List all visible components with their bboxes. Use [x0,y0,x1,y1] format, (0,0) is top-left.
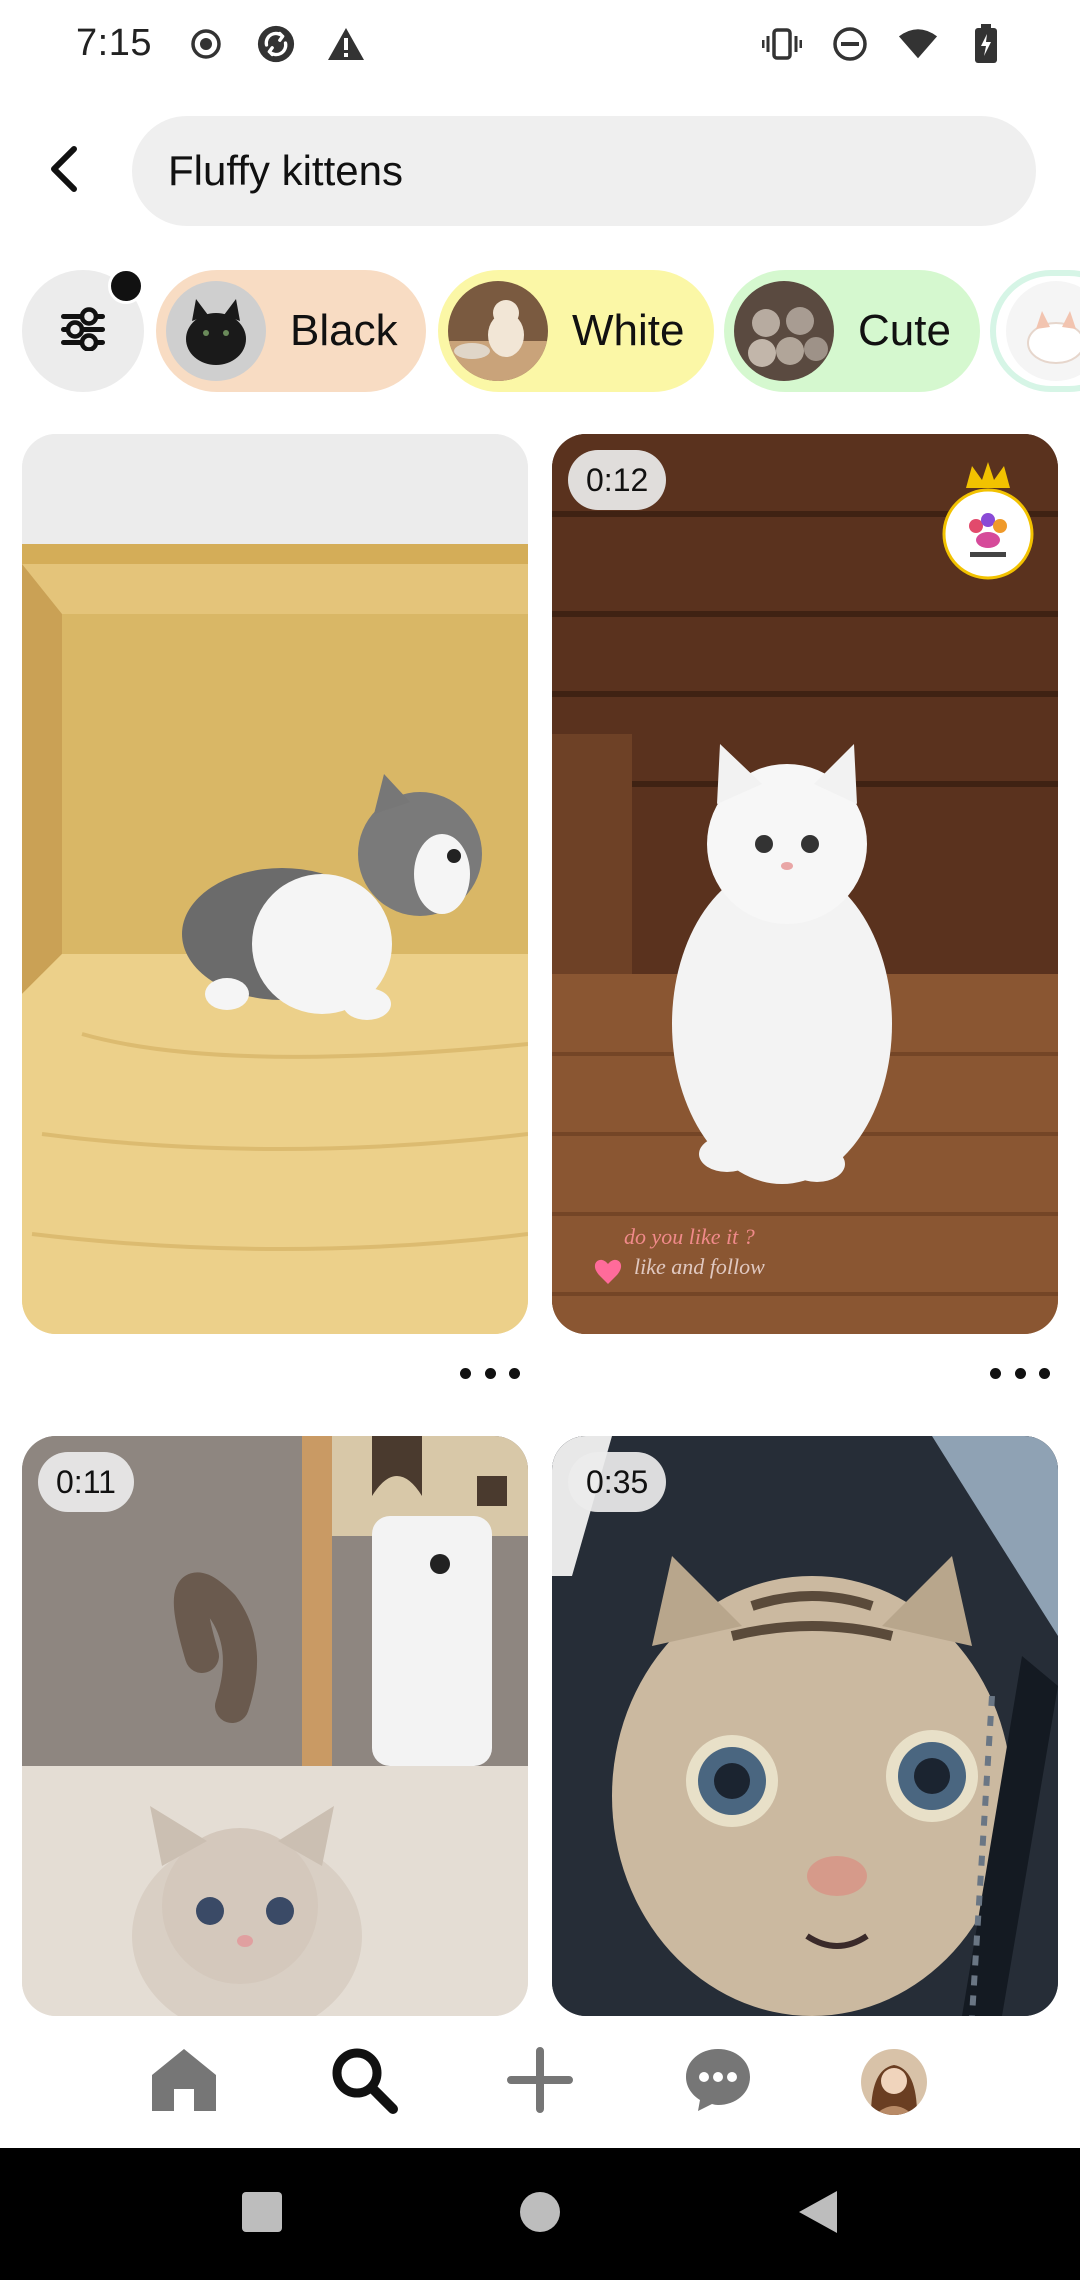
status-left-icons [186,24,366,64]
record-icon [186,24,226,64]
profile-avatar [861,2049,927,2115]
chat-bubble-icon [684,2047,752,2118]
filter-active-indicator [108,268,144,304]
chip-cute[interactable]: Cute [724,270,980,392]
back-arrow-icon [44,145,84,198]
triangle-back-icon [797,2189,839,2240]
chip-black[interactable]: Black [156,270,426,392]
dot-icon [1014,1367,1026,1379]
bottom-navigation [0,2016,1080,2148]
back-button[interactable] [34,136,94,206]
chip-label: Cute [858,306,951,355]
wide-eyed-cat-image [552,1436,1058,2016]
sliders-icon [59,306,107,356]
chip-next-partial[interactable] [990,270,1080,392]
chip-white-thumbnail [448,281,548,381]
video-duration-badge: 0:12 [568,450,667,510]
kitten-in-box-image [22,434,528,1334]
system-navigation-bar [0,2148,1080,2280]
chip-label: Black [290,306,398,355]
nav-messages[interactable] [676,2040,760,2124]
chip-next-thumbnail [1006,281,1080,381]
pin-card-tabby-kitten[interactable]: 0:11 [22,1436,528,2016]
search-query-text: Fluffy kittens [168,147,403,194]
status-right-icons [762,24,1006,64]
back-system-button[interactable] [788,2184,848,2244]
sync-icon [256,24,296,64]
dot-icon [1039,1367,1050,1379]
pin-more-options-button[interactable] [460,1358,520,1388]
overlay-text-2: like and follow [634,1254,765,1279]
square-icon [241,2191,283,2238]
pin-card-white-kitten-standing[interactable]: do you like it ? like and follow 0:12 [552,434,1058,1334]
pin-card-grey-white-kitten[interactable] [22,434,528,1334]
duration-text: 0:11 [56,1463,116,1500]
nav-create[interactable] [498,2040,582,2124]
filter-chips-row: Black White Cute [0,268,1080,392]
duration-text: 0:12 [586,461,649,498]
status-time: 7:15 [76,22,152,64]
dot-icon [484,1367,496,1379]
warning-icon [326,24,366,64]
search-input[interactable]: Fluffy kittens [132,116,1036,226]
wifi-icon [898,24,938,64]
creator-badge[interactable] [938,452,1038,582]
status-bar: 7:15 [0,0,1080,90]
recents-button[interactable] [232,2184,292,2244]
home-icon [150,2047,218,2118]
search-icon [329,2045,399,2120]
chip-cute-thumbnail [734,281,834,381]
dot-icon [509,1367,520,1379]
chip-black-thumbnail [166,281,266,381]
tabby-kitten-image [22,1436,528,2016]
home-system-button[interactable] [510,2184,570,2244]
pin-card-wide-eyed-cat[interactable]: 0:35 [552,1436,1058,2016]
duration-text: 0:35 [586,1463,649,1500]
plus-icon [507,2046,573,2118]
nav-profile[interactable] [852,2040,936,2124]
nav-search[interactable] [322,2040,406,2124]
battery-icon [966,24,1006,64]
chip-label: White [572,306,685,355]
overlay-text-1: do you like it ? [624,1224,755,1249]
dot-icon [460,1367,471,1379]
dot-icon [990,1367,1001,1379]
chip-white[interactable]: White [438,270,714,392]
video-duration-badge: 0:35 [568,1452,667,1512]
nav-home[interactable] [142,2040,226,2124]
video-duration-badge: 0:11 [38,1452,134,1512]
do-not-disturb-icon [830,24,870,64]
vibrate-icon [762,24,802,64]
screen: 7:15 Fluffy kittens Black White Cute do … [0,0,1080,2280]
circle-icon [519,2191,561,2238]
pin-more-options-button[interactable] [990,1358,1050,1388]
